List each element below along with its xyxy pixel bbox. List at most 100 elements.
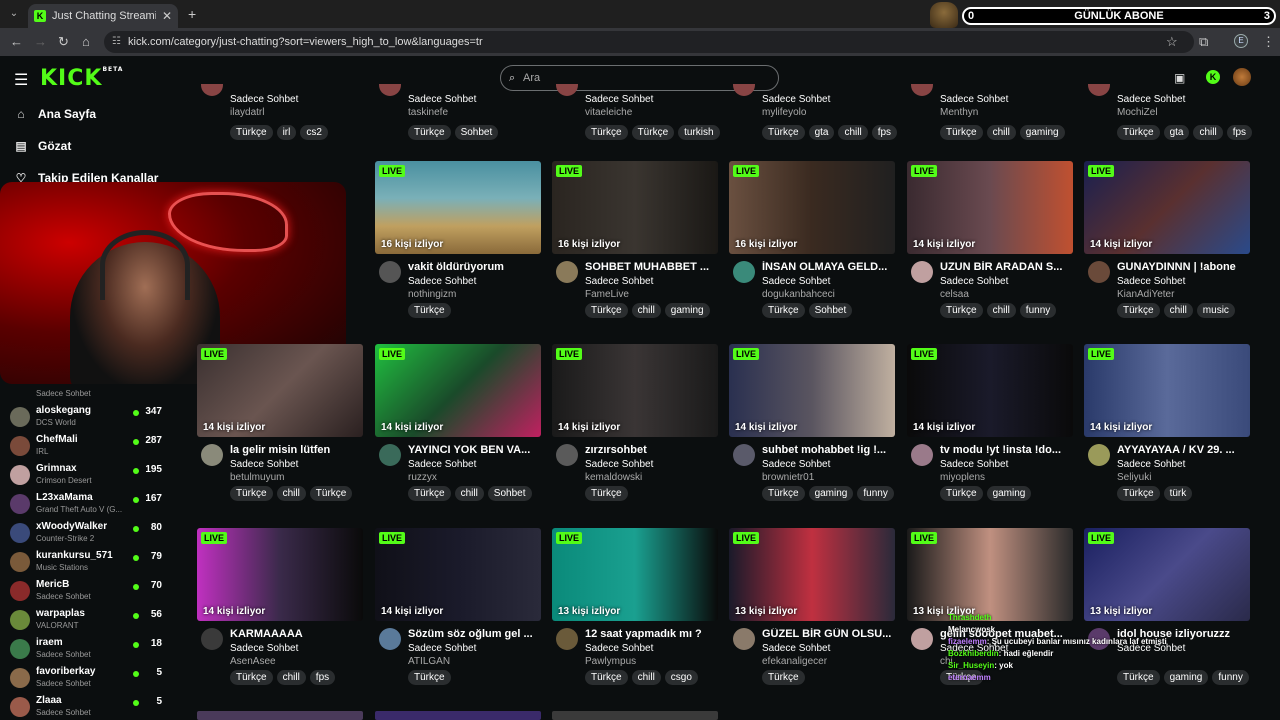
sidebar-item-home[interactable]: ⌂ Ana Sayfa xyxy=(14,107,96,121)
reload-icon[interactable]: ↻ xyxy=(58,34,69,50)
tag-chip[interactable]: Türkçe xyxy=(762,125,805,140)
stream-category[interactable]: Sadece Sohbet xyxy=(940,459,1008,470)
sidebar-item-browse[interactable]: ▤ Gözat xyxy=(14,139,71,153)
tag-chip[interactable]: Türkçe xyxy=(408,486,451,501)
tab-search-icon[interactable]: ⌄ xyxy=(6,6,22,22)
stream-category[interactable]: Sadece Sohbet xyxy=(408,459,476,470)
stream-username[interactable]: Seliyuki xyxy=(1117,472,1151,483)
stream-title[interactable]: vakit öldürüyorum xyxy=(408,261,543,273)
tag-chip[interactable]: Sohbet xyxy=(454,125,499,140)
stream-category[interactable]: Sadece Sohbet xyxy=(230,459,298,470)
tag-chip[interactable]: Türkçe xyxy=(585,670,628,685)
tag-chip[interactable]: Türkçe xyxy=(1117,125,1160,140)
stream-title[interactable]: YAYINCI YOK BEN VA... xyxy=(408,444,543,456)
tag-chip[interactable]: Türkçe xyxy=(408,125,451,140)
tag-chip[interactable]: irl xyxy=(276,125,297,140)
stream-category[interactable]: Sadece Sohbet xyxy=(1117,94,1185,105)
stream-thumbnail[interactable]: LIVE 14 kişi izliyor xyxy=(375,344,541,437)
stream-thumbnail[interactable]: LIVE 13 kişi izliyor xyxy=(729,528,895,621)
stream-title[interactable]: Sözüm söz oğlum gel ... xyxy=(408,628,543,640)
stream-category[interactable]: Sadece Sohbet xyxy=(585,643,653,654)
tag-chip[interactable]: funny xyxy=(1212,670,1249,685)
channel-avatar[interactable] xyxy=(1088,84,1110,96)
stream-username[interactable]: brownietr01 xyxy=(762,472,814,483)
tag-chip[interactable]: Türkçe xyxy=(408,303,451,318)
stream-thumbnail[interactable]: LIVE 14 kişi izliyor xyxy=(1084,161,1250,254)
stream-category[interactable]: Sadece Sohbet xyxy=(408,276,476,287)
stream-title[interactable]: SOHBET MUHABBET ... xyxy=(585,261,720,273)
stream-username[interactable]: efekanaligecer xyxy=(762,656,827,667)
stream-category[interactable]: Sadece Sohbet xyxy=(762,94,830,105)
channel-avatar[interactable] xyxy=(911,628,933,650)
tag-chip[interactable]: chill xyxy=(1163,303,1193,318)
channel-avatar[interactable] xyxy=(201,84,223,96)
stream-title[interactable]: la gelir misin lütfen xyxy=(230,444,365,456)
tag-chip[interactable]: chill xyxy=(454,486,484,501)
channel-avatar[interactable] xyxy=(911,84,933,96)
tag-chip[interactable]: Türkçe xyxy=(762,303,805,318)
tag-chip[interactable]: türk xyxy=(1163,486,1193,501)
stream-category[interactable]: Sadece Sohbet xyxy=(762,459,830,470)
stream-title[interactable]: GÜZEL BİR GÜN OLSU... xyxy=(762,628,897,640)
channel-avatar[interactable] xyxy=(379,628,401,650)
stream-username[interactable]: dogukanbahceci xyxy=(762,289,835,300)
stream-category[interactable]: Sadece Sohbet xyxy=(762,643,830,654)
tag-chip[interactable]: chill xyxy=(838,125,868,140)
stream-thumbnail[interactable]: LIVE 14 kişi izliyor xyxy=(197,528,363,621)
tag-chip[interactable]: Türkçe xyxy=(762,670,805,685)
stream-category[interactable]: Sadece Sohbet xyxy=(585,276,653,287)
tag-chip[interactable]: gaming xyxy=(664,303,710,318)
stream-username[interactable]: vitaeleiche xyxy=(585,107,632,118)
close-tab-icon[interactable]: ✕ xyxy=(162,9,172,23)
sidebar-channel[interactable]: L23xaMama Grand Theft Auto V (G... 167 xyxy=(10,489,162,517)
browser-tab[interactable]: K Just Chatting Streaming - Live S ✕ xyxy=(28,4,178,28)
stream-title[interactable]: GUNAYDINNN | !abone xyxy=(1117,261,1252,273)
kick-logo[interactable]: KICKBETA xyxy=(40,66,123,91)
stream-category[interactable]: Sadece Sohbet xyxy=(230,94,298,105)
channel-avatar[interactable] xyxy=(201,444,223,466)
sidebar-channel[interactable]: xWoodyWalker Counter-Strike 2 80 xyxy=(10,518,162,546)
tag-chip[interactable]: Türkçe xyxy=(940,303,983,318)
tag-chip[interactable]: Türkçe xyxy=(585,125,628,140)
tag-chip[interactable]: chill xyxy=(276,670,306,685)
stream-username[interactable]: ATILGAN xyxy=(408,656,450,667)
sidebar-channel[interactable]: MericB Sadece Sohbet 70 xyxy=(10,576,162,604)
stream-thumbnail[interactable]: LIVE 14 kişi izliyor xyxy=(552,344,718,437)
sidebar-channel[interactable]: Zlaaa Sadece Sohbet 5 xyxy=(10,692,162,720)
channel-avatar[interactable] xyxy=(733,444,755,466)
partial-thumbnail[interactable] xyxy=(197,711,363,720)
stream-thumbnail[interactable]: LIVE 16 kişi izliyor xyxy=(552,161,718,254)
channel-avatar[interactable] xyxy=(556,444,578,466)
stream-username[interactable]: betulmuyum xyxy=(230,472,284,483)
back-icon[interactable]: ← xyxy=(10,34,23,49)
channel-avatar[interactable] xyxy=(911,261,933,283)
channel-avatar[interactable] xyxy=(556,628,578,650)
tag-chip[interactable]: chill xyxy=(631,670,661,685)
tag-chip[interactable]: chill xyxy=(276,486,306,501)
stream-category[interactable]: Sadece Sohbet xyxy=(230,643,298,654)
tag-chip[interactable]: chill xyxy=(986,303,1016,318)
channel-avatar[interactable] xyxy=(1088,444,1110,466)
site-settings-icon[interactable]: ☷ xyxy=(112,31,121,53)
stream-category[interactable]: Sadece Sohbet xyxy=(940,276,1008,287)
tag-chip[interactable]: Türkçe xyxy=(230,486,273,501)
tag-chip[interactable]: Sohbet xyxy=(808,303,853,318)
tag-chip[interactable]: gaming xyxy=(1163,670,1209,685)
stream-category[interactable]: Sadece Sohbet xyxy=(1117,276,1185,287)
tag-chip[interactable]: Türkçe xyxy=(940,486,983,501)
tag-chip[interactable]: fps xyxy=(1226,125,1253,140)
stream-title[interactable]: AYYAYAYAA / KV 29. ... xyxy=(1117,444,1252,456)
stream-username[interactable]: miyoplens xyxy=(940,472,985,483)
stream-thumbnail[interactable]: LIVE 16 kişi izliyor xyxy=(729,161,895,254)
stream-title[interactable]: İNSAN OLMAYA GELD... xyxy=(762,261,897,273)
tag-chip[interactable]: Türkçe xyxy=(940,125,983,140)
sidebar-channel[interactable]: Grimnax Crimson Desert 195 xyxy=(10,460,162,488)
tag-chip[interactable]: Türkçe xyxy=(230,670,273,685)
tag-chip[interactable]: Türkçe xyxy=(309,486,353,501)
tag-chip[interactable]: funny xyxy=(1019,303,1057,318)
tag-chip[interactable]: Türkçe xyxy=(585,303,628,318)
stream-username[interactable]: mylifeyolo xyxy=(762,107,806,118)
tag-chip[interactable]: cs2 xyxy=(300,125,328,140)
tag-chip[interactable]: music xyxy=(1196,303,1235,318)
stream-thumbnail[interactable]: LIVE 14 kişi izliyor xyxy=(375,528,541,621)
